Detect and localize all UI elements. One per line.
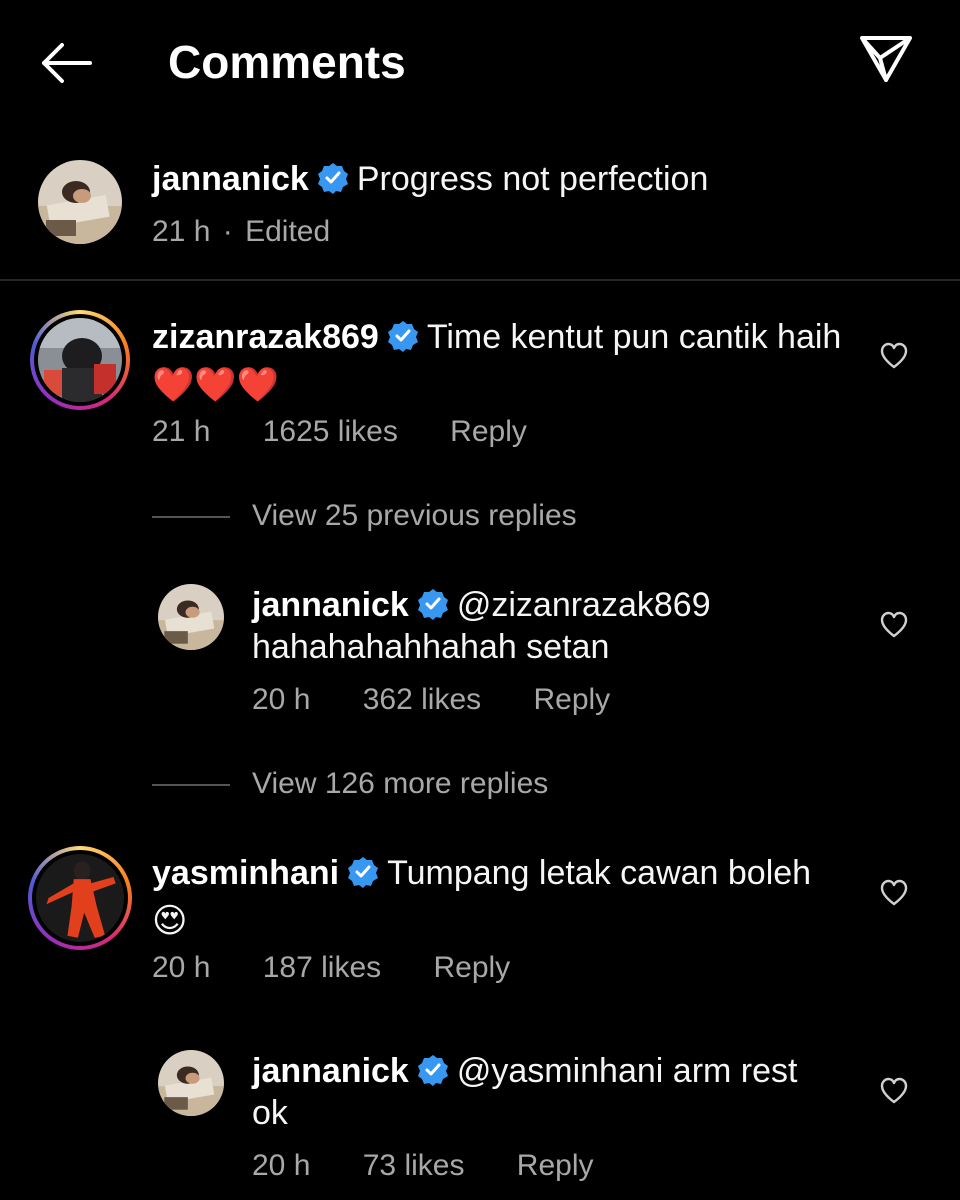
like-button[interactable] [879,878,909,908]
caption-time: 21 h [152,215,211,248]
reply-button[interactable]: Reply [533,683,610,716]
reply-button[interactable]: Reply [517,1149,594,1182]
verified-badge-icon [417,589,448,620]
share-button[interactable] [856,30,916,86]
reply-button[interactable]: Reply [433,951,510,984]
avatar[interactable] [30,310,130,410]
comment-likes[interactable]: 187 likes [263,951,381,984]
caption-meta: 21 h · Edited [152,214,330,250]
reply-likes[interactable]: 73 likes [363,1149,465,1182]
replies-line [152,784,230,786]
caption-edited: Edited [245,215,331,248]
page-title: Comments [168,36,406,88]
caption-username[interactable]: jannanick [152,160,309,198]
header: Comments [0,0,960,120]
avatar-image [158,1050,224,1116]
view-replies-label: View 25 previous replies [252,499,577,532]
avatar[interactable] [28,846,132,950]
back-button[interactable] [36,38,96,88]
reply-time: 20 h [252,1149,311,1182]
avatar-image [38,160,122,244]
arrow-left-icon [42,43,92,83]
view-previous-replies[interactable]: View 25 previous replies [152,496,632,536]
reply-username[interactable]: jannanick [252,1052,409,1090]
caption-text-row: jannanick Progress not perfection [152,158,872,200]
caption-body: Progress not perfection [356,160,709,198]
view-replies-label: View 126 more replies [252,767,549,800]
comment-username[interactable]: zizanrazak869 [152,318,379,356]
comment-username[interactable]: yasminhani [152,854,339,892]
send-icon [860,36,912,82]
reply-meta: 20 h 73 likes Reply [252,1148,638,1184]
comment-body: Time kentut pun cantik haih [426,318,842,356]
comment-likes[interactable]: 1625 likes [263,415,398,448]
comment-meta: 21 h 1625 likes Reply [152,414,571,450]
like-button[interactable] [879,1076,909,1106]
reply-text-row: jannanick @yasminhani arm rest ok [252,1050,832,1134]
view-more-replies[interactable]: View 126 more replies [152,764,632,804]
heart-icon [880,879,908,906]
heart-icon [880,611,908,638]
reply-time: 20 h [252,683,311,716]
like-button[interactable] [879,341,909,371]
caption-separator: · [222,215,233,248]
avatar-image [36,854,124,942]
heart-icon [880,342,908,369]
verified-badge-icon [317,163,348,194]
reply-username[interactable]: jannanick [252,586,409,624]
avatar[interactable] [38,160,122,244]
avatar-image [158,584,224,650]
comment-time: 21 h [152,415,211,448]
heart-eyes-emoji: 😍 [152,902,188,940]
verified-badge-icon [387,321,418,352]
reply-likes[interactable]: 362 likes [363,683,481,716]
like-button[interactable] [879,610,909,640]
reply-text-row: jannanick @zizanrazak869 hahahahahhahah s… [252,584,832,668]
reply-meta: 20 h 362 likes Reply [252,682,654,718]
comment-meta: 20 h 187 likes Reply [152,950,554,986]
reply-button[interactable]: Reply [450,415,527,448]
divider [0,279,960,281]
verified-badge-icon [348,857,379,888]
avatar[interactable] [158,584,224,650]
avatar[interactable] [158,1050,224,1116]
avatar-image [38,318,122,402]
verified-badge-icon [417,1055,448,1086]
hearts-emoji: ❤️❤️❤️ [152,366,280,404]
comment-body: Tumpang letak cawan boleh [387,854,812,892]
heart-icon [880,1077,908,1104]
comment-text-row: yasminhani Tumpang letak cawan boleh 😍 [152,852,852,942]
comment-time: 20 h [152,951,211,984]
comment-text-row: zizanrazak869 Time kentut pun cantik haih… [152,316,852,406]
replies-line [152,516,230,518]
